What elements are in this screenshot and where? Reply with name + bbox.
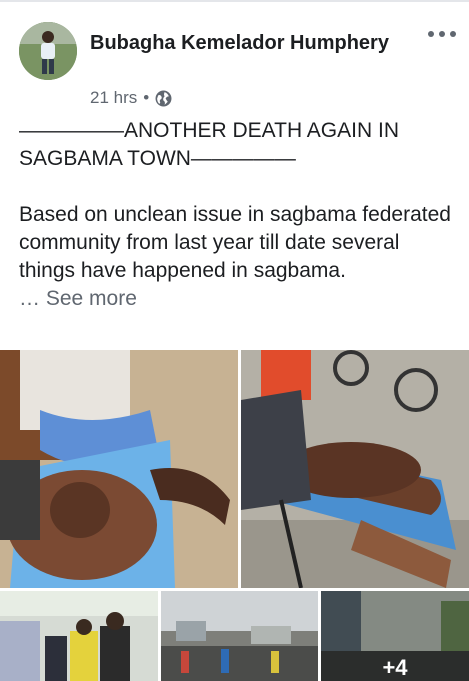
top-divider (0, 0, 469, 2)
post-text: —————ANOTHER DEATH AGAIN IN SAGBAMA TOWN… (19, 117, 459, 313)
photo-1-image (0, 350, 238, 588)
photo-4[interactable] (161, 591, 318, 681)
post-meta: 21 hrs • (90, 88, 172, 108)
more-photos-overlay[interactable]: +4 (321, 591, 469, 681)
see-more-line[interactable]: … See more (19, 285, 459, 313)
globe-icon[interactable] (155, 90, 172, 107)
photo-4-image (161, 591, 318, 681)
post-body: Based on unclean issue in sagbama federa… (19, 203, 451, 282)
more-dot (428, 31, 434, 37)
photo-5[interactable]: +4 (321, 591, 469, 681)
more-dot (450, 31, 456, 37)
photo-3-image (0, 591, 158, 681)
post-headline: —————ANOTHER DEATH AGAIN IN SAGBAMA TOWN… (19, 119, 399, 170)
see-more-ellipsis: … (19, 287, 46, 310)
photo-2-image (241, 350, 469, 588)
more-photos-count: +4 (382, 655, 408, 680)
meta-separator: • (143, 88, 150, 107)
post-timestamp[interactable]: 21 hrs (90, 88, 137, 108)
photo-1[interactable] (0, 350, 238, 588)
photo-2[interactable] (241, 350, 469, 588)
photo-3[interactable] (0, 591, 158, 681)
avatar[interactable] (19, 22, 77, 80)
avatar-image (19, 22, 77, 80)
author-name[interactable]: Bubagha Kemelador Humphery (90, 28, 390, 59)
more-dot (439, 31, 445, 37)
more-options-icon[interactable] (428, 24, 456, 44)
see-more-link[interactable]: See more (46, 287, 137, 310)
